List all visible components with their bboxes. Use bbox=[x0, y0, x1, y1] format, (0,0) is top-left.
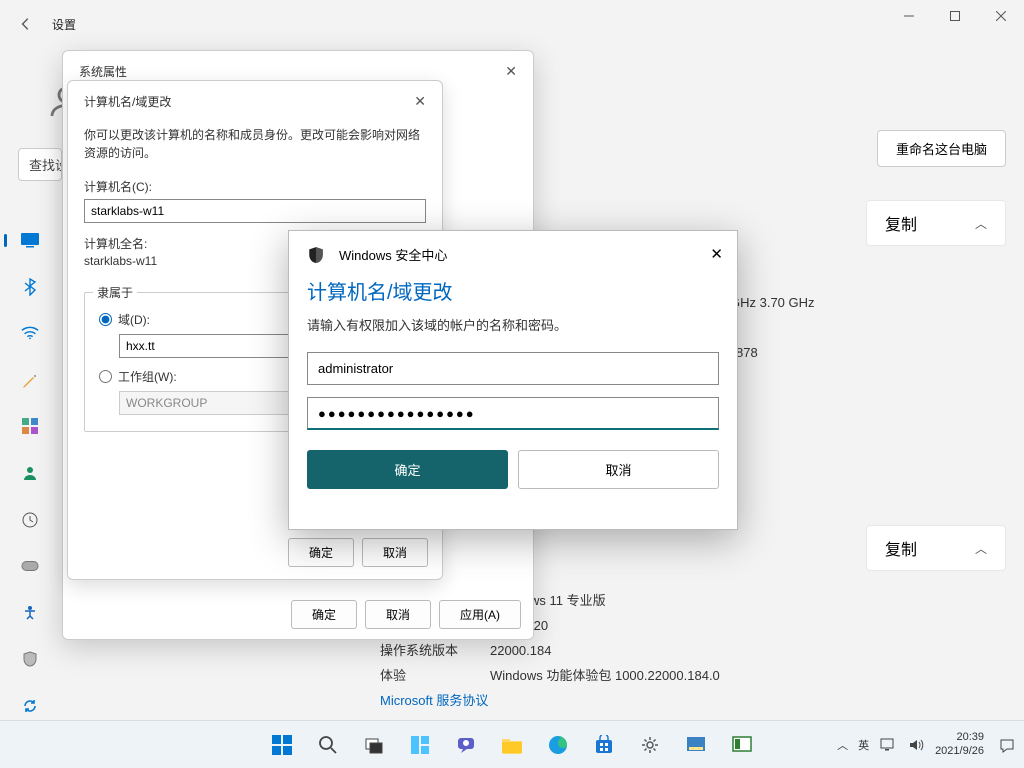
app-icon-1[interactable] bbox=[676, 725, 716, 765]
security-ok-button[interactable]: 确定 bbox=[307, 450, 508, 489]
nav-apps[interactable] bbox=[10, 412, 50, 441]
nav-time[interactable] bbox=[10, 505, 50, 534]
close-icon[interactable]: ✕ bbox=[710, 245, 723, 263]
nav-privacy[interactable] bbox=[10, 645, 50, 674]
computer-name-label: 计算机名(C): bbox=[84, 178, 426, 195]
sysprops-ok-button[interactable]: 确定 bbox=[291, 600, 357, 629]
nav-bluetooth[interactable] bbox=[10, 273, 50, 302]
ime-indicator[interactable]: 英 bbox=[858, 737, 869, 753]
titlebar: 设置 bbox=[0, 0, 1024, 48]
nav-update[interactable] bbox=[10, 691, 50, 720]
sysprops-title-text: 系统属性 bbox=[79, 63, 127, 80]
compname-title-text: 计算机名/域更改 bbox=[84, 93, 171, 110]
spec-experience: 体验Windows 功能体验包 1000.22000.184.0 bbox=[380, 665, 720, 684]
password-input[interactable] bbox=[307, 397, 719, 430]
shield-icon bbox=[307, 246, 325, 264]
store-icon[interactable] bbox=[584, 725, 624, 765]
computer-name-input[interactable] bbox=[84, 199, 426, 223]
device-spec-expander[interactable]: 复制 ︿ bbox=[866, 200, 1006, 246]
clock[interactable]: 20:39 2021/9/26 bbox=[935, 731, 984, 757]
task-view-icon[interactable] bbox=[354, 725, 394, 765]
maximize-button[interactable] bbox=[932, 0, 978, 32]
nav-system[interactable] bbox=[10, 226, 50, 255]
security-subtext: 请输入有权限加入该域的帐户的名称和密码。 bbox=[307, 315, 719, 334]
member-of-legend: 隶属于 bbox=[93, 284, 137, 301]
chevron-up-icon: ︿ bbox=[975, 540, 987, 557]
rename-pc-button[interactable]: 重命名这台电脑 bbox=[877, 130, 1006, 167]
domain-radio[interactable] bbox=[99, 313, 112, 326]
compname-cancel-button[interactable]: 取消 bbox=[362, 538, 428, 567]
domain-label: 域(D): bbox=[118, 311, 150, 328]
sidebar bbox=[0, 196, 60, 720]
start-button[interactable] bbox=[262, 725, 302, 765]
notifications-icon[interactable] bbox=[998, 736, 1016, 754]
search-icon[interactable] bbox=[308, 725, 348, 765]
security-cancel-button[interactable]: 取消 bbox=[518, 450, 719, 489]
close-button[interactable] bbox=[978, 0, 1024, 32]
widgets-icon[interactable] bbox=[400, 725, 440, 765]
compname-ok-button[interactable]: 确定 bbox=[288, 538, 354, 567]
nav-accounts[interactable] bbox=[10, 459, 50, 488]
compname-desc: 你可以更改该计算机的名称和成员身份。更改可能会影响对网络资源的访问。 bbox=[84, 126, 426, 162]
tray-caret[interactable]: ︿ bbox=[837, 737, 848, 753]
edge-icon[interactable] bbox=[538, 725, 578, 765]
window-controls bbox=[886, 0, 1024, 32]
explorer-icon[interactable] bbox=[492, 725, 532, 765]
system-tray: ︿ 英 20:39 2021/9/26 bbox=[837, 731, 1016, 757]
taskbar: ︿ 英 20:39 2021/9/26 bbox=[0, 720, 1024, 768]
settings-taskbar-icon[interactable] bbox=[630, 725, 670, 765]
username-input[interactable] bbox=[307, 352, 719, 385]
ms-agreement-link[interactable]: Microsoft 服务协议 bbox=[380, 690, 488, 709]
close-icon[interactable]: ✕ bbox=[505, 63, 517, 80]
windows-spec-expander[interactable]: 复制 ︿ bbox=[866, 525, 1006, 571]
spec-build: 操作系统版本22000.184 bbox=[380, 640, 551, 659]
volume-tray-icon[interactable] bbox=[907, 736, 925, 754]
nav-network[interactable] bbox=[10, 319, 50, 348]
minimize-button[interactable] bbox=[886, 0, 932, 32]
security-heading: 计算机名/域更改 bbox=[307, 276, 719, 305]
app-icon-2[interactable] bbox=[722, 725, 762, 765]
nav-gaming[interactable] bbox=[10, 552, 50, 581]
network-tray-icon[interactable] bbox=[879, 736, 897, 754]
sysprops-apply-button[interactable]: 应用(A) bbox=[439, 600, 521, 629]
security-dialog: Windows 安全中心 ✕ 计算机名/域更改 请输入有权限加入该域的帐户的名称… bbox=[288, 230, 738, 530]
copy-label: 复制 bbox=[885, 211, 917, 235]
taskbar-center bbox=[262, 725, 762, 765]
security-window-title: Windows 安全中心 bbox=[339, 245, 447, 264]
search-input[interactable]: 查找设 bbox=[18, 148, 62, 181]
clock-date: 2021/9/26 bbox=[935, 745, 984, 758]
nav-personalization[interactable] bbox=[10, 366, 50, 395]
workgroup-label: 工作组(W): bbox=[118, 368, 177, 385]
sysprops-cancel-button[interactable]: 取消 bbox=[365, 600, 431, 629]
window-title: 设置 bbox=[52, 16, 76, 33]
clock-time: 20:39 bbox=[935, 731, 984, 744]
nav-accessibility[interactable] bbox=[10, 598, 50, 627]
chat-icon[interactable] bbox=[446, 725, 486, 765]
copy-label-2: 复制 bbox=[885, 536, 917, 560]
chevron-up-icon: ︿ bbox=[975, 215, 987, 232]
back-button[interactable] bbox=[12, 10, 40, 38]
close-icon[interactable]: ✕ bbox=[414, 93, 426, 110]
workgroup-radio[interactable] bbox=[99, 370, 112, 383]
